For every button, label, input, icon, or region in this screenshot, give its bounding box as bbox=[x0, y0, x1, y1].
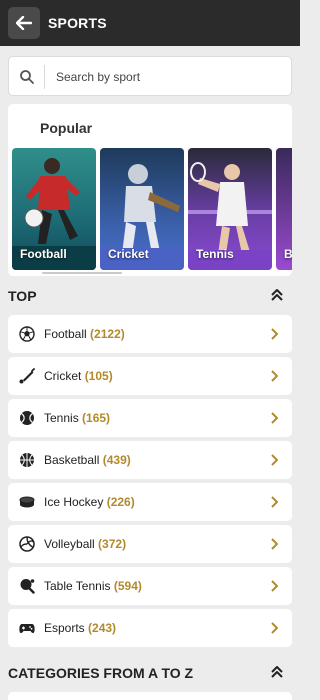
popular-card-label: Football bbox=[20, 247, 67, 261]
search-bar bbox=[8, 56, 292, 96]
sport-count: (165) bbox=[82, 411, 111, 425]
popular-card-football[interactable]: Football bbox=[12, 148, 96, 270]
double-chevron-up-icon[interactable] bbox=[270, 288, 284, 302]
popular-card-label: Cricket bbox=[108, 247, 149, 261]
cricket-bat-icon bbox=[19, 368, 35, 384]
sport-count: (105) bbox=[84, 369, 113, 383]
sport-row-table-tennis[interactable]: Table Tennis (594) bbox=[8, 567, 292, 605]
sport-count: (594) bbox=[113, 579, 142, 593]
ice-hockey-puck-icon bbox=[19, 496, 35, 508]
sport-name: Tennis bbox=[44, 411, 79, 425]
categories-section-header[interactable]: CATEGORIES FROM A TO Z bbox=[0, 658, 300, 686]
volleyball-icon bbox=[19, 536, 35, 552]
football-icon bbox=[19, 326, 35, 342]
chevron-right-icon bbox=[271, 454, 278, 466]
sport-row-ice-hockey[interactable]: Ice Hockey (226) bbox=[8, 483, 292, 521]
categories-section-title: CATEGORIES FROM A TO Z bbox=[8, 665, 194, 681]
search-divider bbox=[44, 65, 45, 89]
popular-card-cricket[interactable]: Cricket bbox=[100, 148, 184, 270]
sport-label: Football (2122) bbox=[44, 327, 125, 341]
chevron-right-icon bbox=[271, 328, 278, 340]
sport-name: Basketball bbox=[44, 453, 100, 467]
page-title: SPORTS bbox=[48, 15, 107, 31]
search-input[interactable] bbox=[56, 66, 281, 88]
chevron-right-icon bbox=[271, 412, 278, 424]
sport-name: Football bbox=[44, 327, 87, 341]
sport-row-tennis[interactable]: Tennis (165) bbox=[8, 399, 292, 437]
chevron-right-icon bbox=[271, 496, 278, 508]
sport-name: Ice Hockey bbox=[44, 495, 104, 509]
sport-name: Esports bbox=[44, 621, 85, 635]
sport-label: Cricket (105) bbox=[44, 369, 113, 383]
sport-row-football[interactable]: Football (2122) bbox=[8, 315, 292, 353]
chevron-right-icon bbox=[271, 370, 278, 382]
sport-label: Table Tennis (594) bbox=[44, 579, 142, 593]
sport-count: (2122) bbox=[90, 327, 125, 341]
chevron-right-icon bbox=[271, 622, 278, 634]
sport-count: (243) bbox=[88, 621, 117, 635]
popular-card-basketball[interactable]: B bbox=[276, 148, 292, 270]
sport-row-basketball[interactable]: Basketball (439) bbox=[8, 441, 292, 479]
top-section-header[interactable]: TOP bbox=[0, 281, 300, 309]
sport-count: (372) bbox=[98, 537, 127, 551]
sport-count: (226) bbox=[106, 495, 135, 509]
sport-row-esports[interactable]: Esports (243) bbox=[8, 609, 292, 647]
tennis-ball-icon bbox=[20, 411, 34, 425]
arrow-left-icon bbox=[16, 16, 32, 30]
popular-card-label: Tennis bbox=[196, 247, 234, 261]
basketball-icon bbox=[20, 453, 34, 467]
popular-card-tennis[interactable]: Tennis bbox=[188, 148, 272, 270]
top-bar: SPORTS bbox=[0, 0, 300, 46]
top-section-title: TOP bbox=[8, 288, 37, 304]
sport-label: Esports (243) bbox=[44, 621, 116, 635]
chevron-right-icon bbox=[271, 580, 278, 592]
popular-section: Popular Football Cricket Tennis B bbox=[8, 104, 292, 276]
sport-count: (439) bbox=[102, 453, 131, 467]
sport-label: Ice Hockey (226) bbox=[44, 495, 135, 509]
sport-row-cricket[interactable]: Cricket (105) bbox=[8, 357, 292, 395]
sport-label: Tennis (165) bbox=[44, 411, 110, 425]
sport-name: Table Tennis bbox=[44, 579, 111, 593]
sport-label: Volleyball (372) bbox=[44, 537, 126, 551]
table-tennis-icon bbox=[20, 579, 35, 594]
popular-title: Popular bbox=[40, 120, 93, 136]
chevron-right-icon bbox=[271, 538, 278, 550]
back-button[interactable] bbox=[8, 7, 40, 39]
sport-row-volleyball[interactable]: Volleyball (372) bbox=[8, 525, 292, 563]
carousel-scroll-indicator bbox=[42, 272, 122, 274]
popular-card-label: B bbox=[284, 247, 292, 261]
sport-name: Cricket bbox=[44, 369, 82, 383]
sport-label: Basketball (439) bbox=[44, 453, 131, 467]
sport-name: Volleyball bbox=[44, 537, 95, 551]
gamepad-icon bbox=[19, 624, 35, 634]
categories-list-start bbox=[8, 692, 292, 700]
double-chevron-up-icon[interactable] bbox=[270, 665, 284, 679]
search-icon bbox=[20, 70, 34, 84]
